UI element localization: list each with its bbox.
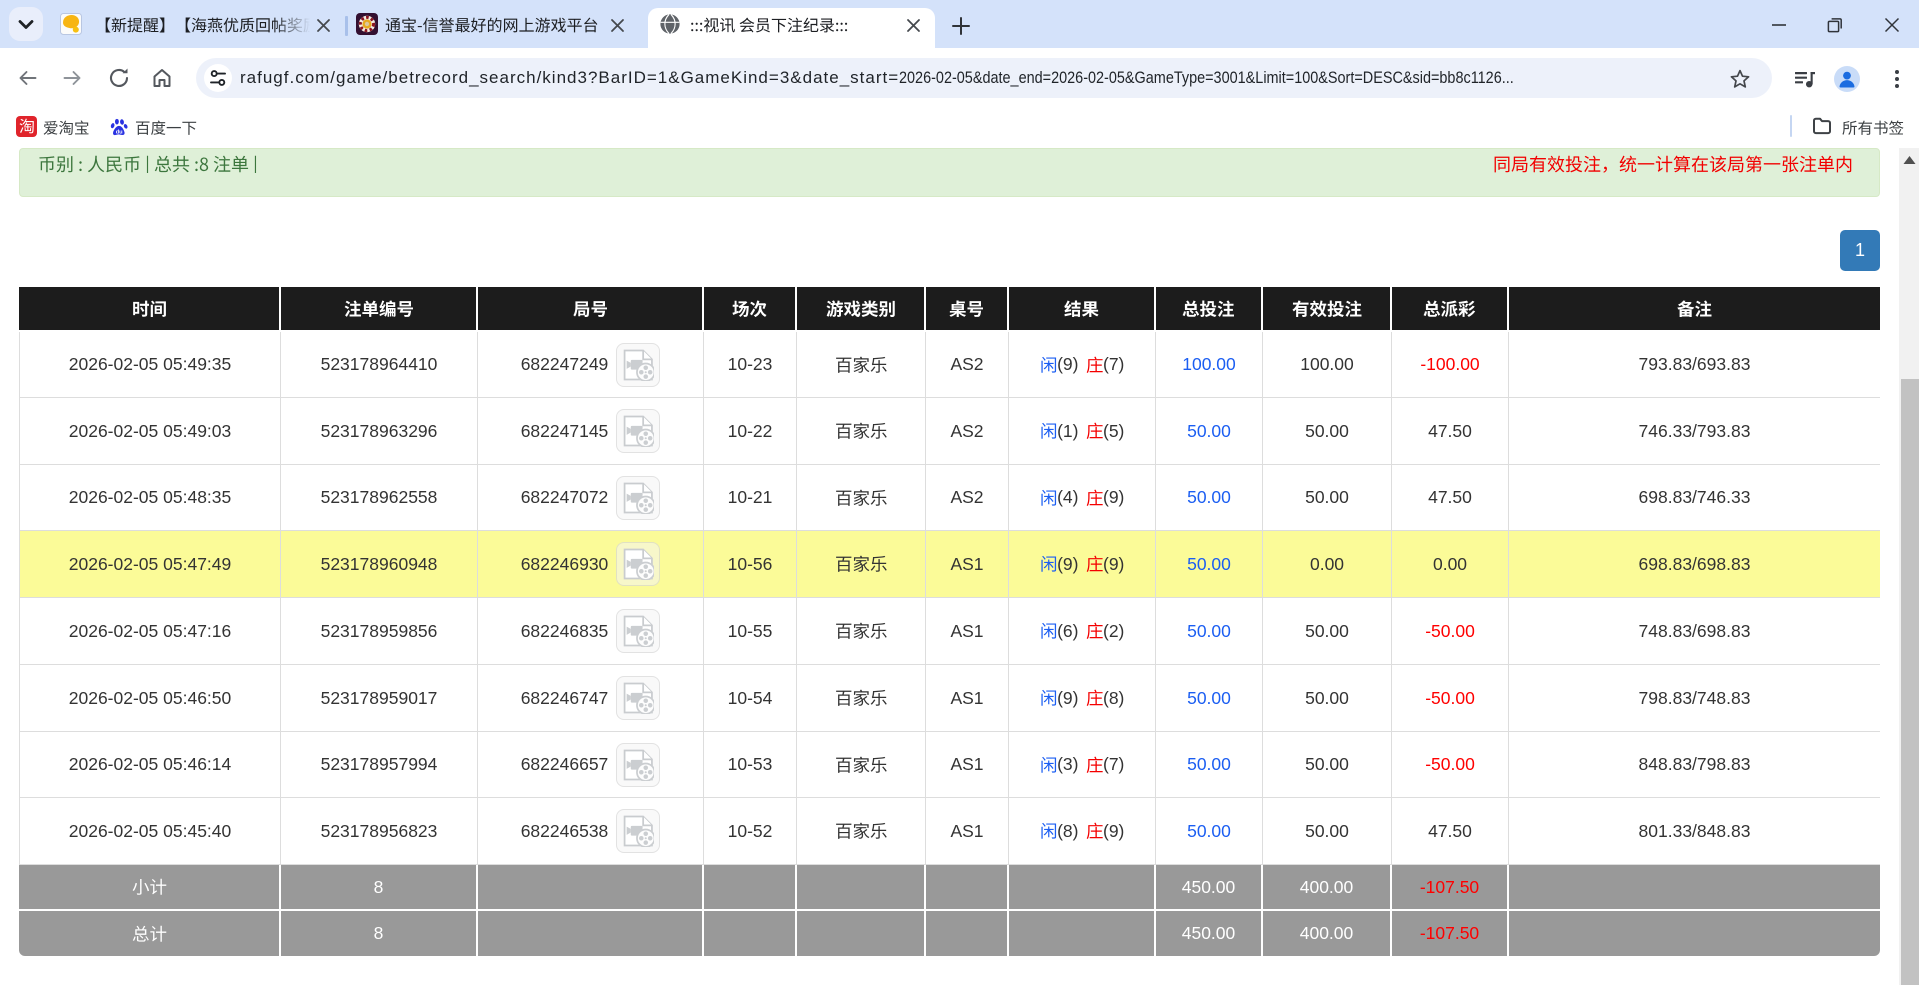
- svg-text:du: du: [116, 130, 123, 136]
